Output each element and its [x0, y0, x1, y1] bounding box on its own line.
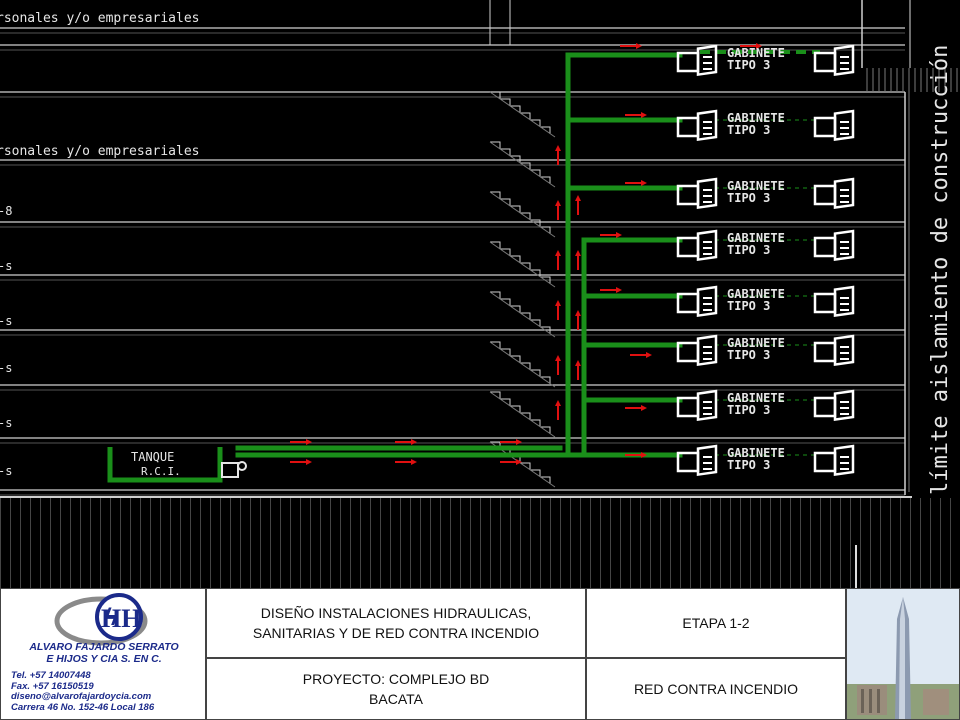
contact-info: Tel. +57 14007448 Fax. +57 16150519 dise…: [11, 670, 203, 713]
company-name-1: ALVARO FAJARDO SERRATO: [29, 641, 179, 653]
cabinet-label-2: TIPO 3: [727, 58, 770, 72]
flow-arrow-head: [616, 232, 622, 238]
cabinet-icon: [813, 177, 855, 209]
flow-arrow-head: [555, 145, 561, 151]
svg-text:HH: HH: [101, 604, 141, 633]
cabinet-icon: [813, 229, 855, 261]
cabinet-icon: [813, 389, 855, 421]
boundary-wall-hatch: [905, 92, 913, 492]
flow-arrow-head: [575, 250, 581, 256]
flow-arrow-head: [555, 400, 561, 406]
phone: Tel. +57 14007448: [11, 670, 91, 681]
flow-arrow-head: [575, 360, 581, 366]
cabinet-icon: [676, 285, 718, 318]
project-label: PROYECTO: COMPLEJO BD BACATA: [206, 658, 586, 720]
cabinet-icon: [813, 285, 855, 317]
cabinet-icon: [676, 177, 718, 210]
stair-stringer: [489, 191, 556, 238]
left-edge-labels: -8 -s -s -s -s -s: [0, 204, 12, 478]
floor-edge-label: -8: [0, 204, 12, 218]
fire-network-diagram: rsonales y/o empresariales rsonales y/o …: [0, 0, 960, 588]
system-label: RED CONTRA INCENDIO: [586, 658, 846, 720]
flow-arrow-head: [555, 300, 561, 306]
cabinet-label-2: TIPO 3: [727, 243, 770, 257]
flow-arrow-head: [636, 43, 642, 49]
flow-arrow-head: [575, 195, 581, 201]
cabinet-label-2: TIPO 3: [727, 458, 770, 472]
flow-arrow-head: [641, 112, 647, 118]
floor-edge-label: -s: [0, 259, 12, 273]
ground-hatch: [0, 498, 960, 588]
flow-arrow-head: [555, 355, 561, 361]
stair-stringer: [489, 91, 556, 138]
title-block: ϟ HH ALVARO FAJARDO SERRATO E HIJOS Y CI…: [0, 588, 960, 720]
cad-drawing: rsonales y/o empresariales rsonales y/o …: [0, 0, 960, 588]
floor-edge-label: -s: [0, 464, 12, 478]
flow-arrow-head: [641, 405, 647, 411]
company-name: ALVARO FAJARDO SERRATO E HIJOS Y CIA S. …: [9, 641, 199, 665]
cabinet-icon: [813, 109, 855, 141]
address: Carrera 46 No. 152-46 Local 186: [11, 701, 155, 713]
flow-arrow-head: [411, 439, 417, 445]
flow-arrow-head: [516, 439, 522, 445]
cabinet-icon: [813, 444, 855, 476]
building-render-cell: [846, 588, 960, 720]
flow-arrow-head: [555, 200, 561, 206]
main-riser-pipe: [235, 52, 683, 458]
flow-arrow-head: [641, 180, 647, 186]
floor-edge-label: -s: [0, 416, 12, 430]
floor-edge-label: -s: [0, 361, 12, 375]
cabinet-icon: [676, 334, 718, 367]
flow-arrow-head: [646, 352, 652, 358]
company-logo: ϟ HH: [54, 593, 148, 646]
pump-icon: [221, 462, 239, 478]
floor-label-top-2: rsonales y/o empresariales: [0, 144, 200, 159]
cabinet-icon: [676, 444, 718, 477]
company-name-2: E HIJOS Y CIA S. EN C.: [46, 653, 162, 665]
cabinet-icon: [676, 109, 718, 142]
floor-edge-label: -s: [0, 314, 12, 328]
cabinet-icon: [676, 229, 718, 262]
floor-label-top-1: rsonales y/o empresariales: [0, 11, 200, 26]
cabinet-label-2: TIPO 3: [727, 299, 770, 313]
tank-label-1: TANQUE: [131, 450, 174, 464]
flow-arrow-head: [555, 250, 561, 256]
cabinet-label-2: TIPO 3: [727, 191, 770, 205]
cabinets: GABINETETIPO 3GABINETETIPO 3GABINETETIPO…: [676, 44, 855, 477]
email: diseno@alvarofajardoycia.com: [11, 691, 152, 702]
cabinet-label-2: TIPO 3: [727, 403, 770, 417]
cabinet-icon: [813, 334, 855, 366]
flow-arrow-head: [575, 310, 581, 316]
cabinet-icon: [676, 389, 718, 422]
flow-arrow-head: [306, 439, 312, 445]
logo-cell: ϟ HH ALVARO FAJARDO SERRATO E HIJOS Y CI…: [0, 588, 206, 720]
flow-arrow-head: [411, 459, 417, 465]
stage-label: ETAPA 1-2: [586, 588, 846, 658]
building-render-image: [847, 589, 959, 719]
stair-stringer: [489, 391, 556, 438]
staircase: [489, 91, 556, 488]
flow-arrow-head: [306, 459, 312, 465]
rci-tank: TANQUE R.C.I.: [107, 447, 247, 483]
design-title: DISEÑO INSTALACIONES HIDRAULICAS, SANITA…: [206, 588, 586, 658]
flow-arrow-head: [616, 287, 622, 293]
tank-label-2: R.C.I.: [141, 465, 181, 478]
flow-arrows: [290, 43, 762, 465]
vertical-limit-label: límite aislamiento de construcción: [928, 45, 953, 495]
cabinet-label-2: TIPO 3: [727, 123, 770, 137]
cabinet-label-2: TIPO 3: [727, 348, 770, 362]
stair-stringer: [489, 341, 556, 388]
